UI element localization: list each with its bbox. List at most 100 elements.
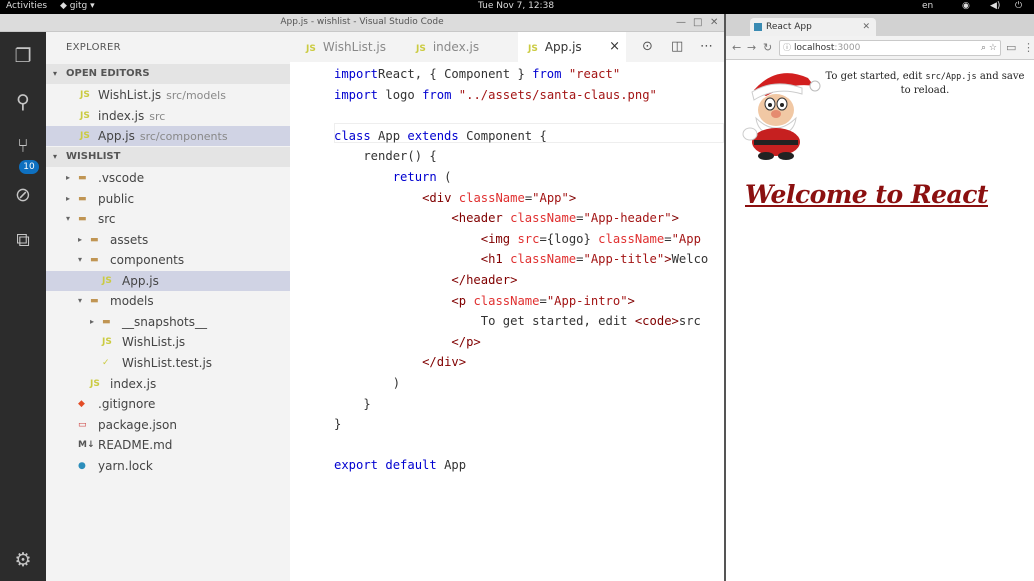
- menu-icon[interactable]: ⋮: [1023, 41, 1034, 54]
- file-item[interactable]: M↓ README.md: [46, 435, 290, 455]
- js-file-icon: JS: [102, 337, 112, 348]
- power-icon[interactable]: ⏻: [1015, 1, 1022, 11]
- chevron-down-icon: ▾: [66, 214, 71, 224]
- js-file-icon: JS: [416, 44, 426, 54]
- more-actions-icon[interactable]: ⋯: [700, 39, 713, 54]
- bookmark-star-icon[interactable]: ☆: [989, 41, 997, 55]
- code-token: >: [664, 252, 672, 267]
- code-token: ): [334, 376, 401, 390]
- folder-item[interactable]: ▾ ▬ components: [46, 250, 290, 270]
- file-item[interactable]: JS WishList.js: [46, 332, 290, 352]
- address-bar[interactable]: ⓘ localhost:3000 ⌕ ☆: [779, 40, 1001, 56]
- reload-icon[interactable]: ↻: [763, 41, 772, 54]
- react-favicon-icon: [754, 23, 762, 31]
- folder-item[interactable]: ▾ ▬ models: [46, 291, 290, 311]
- file-item[interactable]: JS App.js: [46, 270, 290, 291]
- code-token: Component {: [458, 128, 547, 143]
- code-token: }: [334, 417, 342, 432]
- code-token: }: [334, 396, 371, 411]
- tab-index-js[interactable]: JS index.js: [408, 32, 508, 62]
- tab-app-js[interactable]: JS App.js ×: [518, 32, 626, 62]
- folder-item[interactable]: ▸ ▬ __snapshots__: [46, 312, 290, 332]
- folder-item[interactable]: ▸ ▬ public: [46, 189, 290, 209]
- code-line: </header>: [334, 270, 517, 291]
- js-file-icon: JS: [102, 275, 112, 286]
- code-token: "react": [568, 67, 621, 81]
- code-token: "../assets/santa-claus.png": [458, 87, 657, 102]
- open-editor-item[interactable]: JS index.js src: [46, 106, 290, 126]
- network-icon[interactable]: ◉: [962, 1, 970, 11]
- folder-item[interactable]: ▸ ▬ assets: [46, 230, 290, 250]
- system-top-bar: Activities ◆ gitg ▾ Tue Nov 7, 12:38 en …: [0, 0, 1034, 14]
- tree-item-label: assets: [110, 232, 149, 247]
- file-item[interactable]: ▭ package.json: [46, 415, 290, 435]
- code-token: <div: [422, 190, 452, 205]
- code-token: To get started, edit: [334, 314, 635, 329]
- folder-item[interactable]: ▾ ▬ src: [46, 209, 290, 229]
- settings-gear-icon[interactable]: ⚙: [12, 549, 34, 571]
- source-control-badge: 10: [19, 160, 39, 174]
- forward-icon[interactable]: →: [747, 41, 756, 54]
- close-window-button[interactable]: ✕: [710, 17, 718, 28]
- activity-bar: ❐ ⚲ ⑂ 10 ⊘ ⧉ ⚙: [0, 32, 46, 581]
- file-item[interactable]: ◆ .gitignore: [46, 394, 290, 414]
- tree-item-label: .gitignore: [98, 397, 156, 412]
- browser-tab-title: React App: [766, 22, 812, 32]
- chevron-down-icon: ▾: [78, 255, 83, 265]
- code-token: return: [392, 170, 437, 184]
- url-host: localhost: [794, 43, 835, 53]
- source-control-icon[interactable]: ⑂: [12, 135, 34, 157]
- clock[interactable]: Tue Nov 7, 12:38: [478, 1, 554, 11]
- git-icon: ◆: [78, 399, 85, 410]
- files-icon[interactable]: ❐: [12, 45, 34, 67]
- folder-icon: ▬: [90, 296, 99, 307]
- js-file-icon: JS: [528, 44, 538, 54]
- code-line: <div className="App">: [334, 188, 576, 209]
- open-editor-path: src/components: [139, 130, 228, 144]
- search-icon[interactable]: ⚲: [12, 91, 34, 113]
- activities-button[interactable]: Activities: [6, 1, 47, 11]
- file-item[interactable]: ✓ WishList.test.js: [46, 353, 290, 373]
- code-token: from: [532, 67, 562, 81]
- split-editor-icon[interactable]: ◫: [671, 39, 683, 54]
- close-tab-icon[interactable]: ×: [609, 32, 620, 62]
- project-label: WISHLIST: [66, 151, 121, 162]
- debug-icon[interactable]: ⊘: [12, 184, 34, 206]
- code-token: <header: [451, 211, 503, 226]
- close-tab-icon[interactable]: ✕: [862, 18, 870, 36]
- chevron-down-icon: ▾: [78, 296, 83, 306]
- cast-icon[interactable]: ▭: [1006, 41, 1016, 54]
- file-item[interactable]: JS index.js: [46, 374, 290, 394]
- code-token: App: [370, 128, 408, 143]
- volume-icon[interactable]: ◀): [990, 1, 1000, 11]
- keyboard-language[interactable]: en: [922, 1, 933, 11]
- tree-item-label: public: [98, 191, 135, 206]
- js-file-icon: JS: [80, 90, 90, 100]
- folder-icon: ▬: [102, 316, 111, 327]
- project-header[interactable]: ▾ WISHLIST: [46, 147, 290, 167]
- open-changes-icon[interactable]: ⊙: [642, 39, 653, 54]
- back-icon[interactable]: ←: [732, 41, 741, 54]
- minimize-button[interactable]: —: [676, 17, 686, 28]
- tab-wishlist-js[interactable]: JS WishList.js: [298, 32, 398, 62]
- extensions-icon[interactable]: ⧉: [12, 229, 34, 251]
- browser-tab[interactable]: React App ✕: [750, 18, 876, 36]
- yarn-icon: ●: [78, 460, 86, 471]
- browser-window: React App ✕ ← → ↻ ⓘ localhost:3000 ⌕ ☆ ▭…: [724, 14, 1034, 581]
- open-editor-path: src/models: [166, 89, 226, 102]
- code-token: <p: [451, 293, 467, 308]
- tree-item-label: components: [110, 253, 185, 268]
- open-editor-item[interactable]: JS WishList.js src/models: [46, 85, 290, 105]
- tree-item-label: WishList.test.js: [122, 355, 213, 370]
- chevron-down-icon: ▾: [53, 69, 58, 78]
- folder-item[interactable]: ▸ ▬ .vscode: [46, 168, 290, 188]
- open-editors-header[interactable]: ▾ OPEN EDITORS: [46, 64, 290, 84]
- tree-item-label: package.json: [98, 417, 178, 432]
- open-editor-item[interactable]: JS App.js src/components: [46, 126, 290, 147]
- maximize-button[interactable]: □: [693, 17, 702, 28]
- file-item[interactable]: ● yarn.lock: [46, 456, 290, 476]
- app-menu[interactable]: ◆ gitg ▾: [60, 1, 95, 11]
- zoom-icon[interactable]: ⌕: [981, 41, 986, 55]
